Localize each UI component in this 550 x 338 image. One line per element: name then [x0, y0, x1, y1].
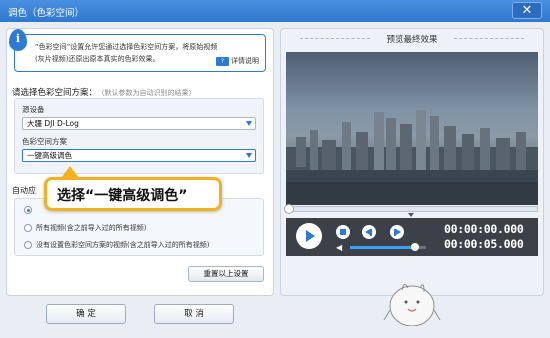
- volume-fill: [350, 246, 415, 249]
- chevron-down-icon: [408, 213, 414, 217]
- info-line-1: “色彩空间”设置允许您通过选择色彩空间方案，将原始视频: [35, 43, 218, 51]
- device-select-value: 大疆 DJI D-Log: [27, 119, 79, 128]
- radio-dot: [24, 241, 32, 249]
- info-box: i “色彩空间”设置允许您通过选择色彩空间方案，将原始视频 (灰片视频)还原出原…: [9, 29, 266, 72]
- ok-button[interactable]: 确 定: [46, 304, 126, 324]
- scheme-label: 色彩空间方案: [22, 137, 67, 146]
- radio-dot: [24, 224, 32, 232]
- device-label: 源设备: [22, 105, 45, 114]
- mascot-illustration: [383, 284, 441, 326]
- radio-option-1[interactable]: [24, 205, 36, 215]
- radio-dot: [24, 206, 32, 214]
- video-preview: [286, 52, 538, 205]
- apply-label: 自动应: [12, 186, 36, 195]
- city-skyline-image: [286, 110, 538, 205]
- color-space-heading: 请选择色彩空间方案：: [12, 88, 98, 98]
- radio-option-unset-videos[interactable]: 没有设置色彩空间方案的视频(含之前导入过的所有视频): [24, 240, 209, 250]
- color-space-hint: （默认参数为自动识别的结果）: [101, 89, 196, 97]
- volume-slider[interactable]: [350, 243, 426, 251]
- seek-handle[interactable]: [284, 204, 294, 214]
- tutorial-callout: 选择“一键高级调色”: [44, 166, 222, 211]
- next-frame-icon[interactable]: [390, 225, 404, 239]
- chevron-down-icon: [246, 121, 252, 126]
- window-title: 调色（色彩空间）: [8, 8, 85, 19]
- radio-option-all-videos[interactable]: 所有视频(含之前导入过的所有视频): [24, 223, 146, 233]
- close-button[interactable]: ✕: [512, 2, 542, 19]
- help-icon: ?: [216, 56, 229, 66]
- color-space-title: 请选择色彩空间方案： （默认参数为自动识别的结果）: [12, 86, 196, 98]
- chevron-down-icon: [246, 153, 252, 158]
- help-link[interactable]: ? 详情说明: [216, 56, 259, 66]
- reset-button[interactable]: 重置以上设置: [188, 266, 264, 282]
- seek-bar[interactable]: [284, 204, 538, 214]
- cancel-button[interactable]: 取 消: [154, 304, 234, 324]
- scheme-select[interactable]: 一键高级调色: [22, 149, 256, 162]
- callout-text: 选择“一键高级调色”: [57, 188, 188, 204]
- current-time: 00:00:00.000: [444, 222, 524, 236]
- info-icon: i: [9, 29, 27, 51]
- preview-title: 预览最终效果: [280, 33, 544, 45]
- stop-icon[interactable]: [336, 225, 350, 239]
- info-line-2: (灰片视频)还原出原本真实的色彩效果。: [35, 55, 160, 63]
- volume-icon[interactable]: ◀: [336, 243, 342, 252]
- total-time: 00:00:05.000: [444, 237, 524, 251]
- help-label: 详情说明: [231, 57, 259, 65]
- scheme-select-value: 一键高级调色: [27, 151, 72, 160]
- volume-handle[interactable]: [410, 243, 419, 251]
- previous-frame-icon[interactable]: [362, 225, 376, 239]
- play-icon[interactable]: [296, 223, 322, 249]
- device-select[interactable]: 大疆 DJI D-Log: [22, 117, 256, 130]
- title-bar: 调色（色彩空间） ✕: [0, 0, 550, 22]
- callout-pointer: [61, 166, 79, 178]
